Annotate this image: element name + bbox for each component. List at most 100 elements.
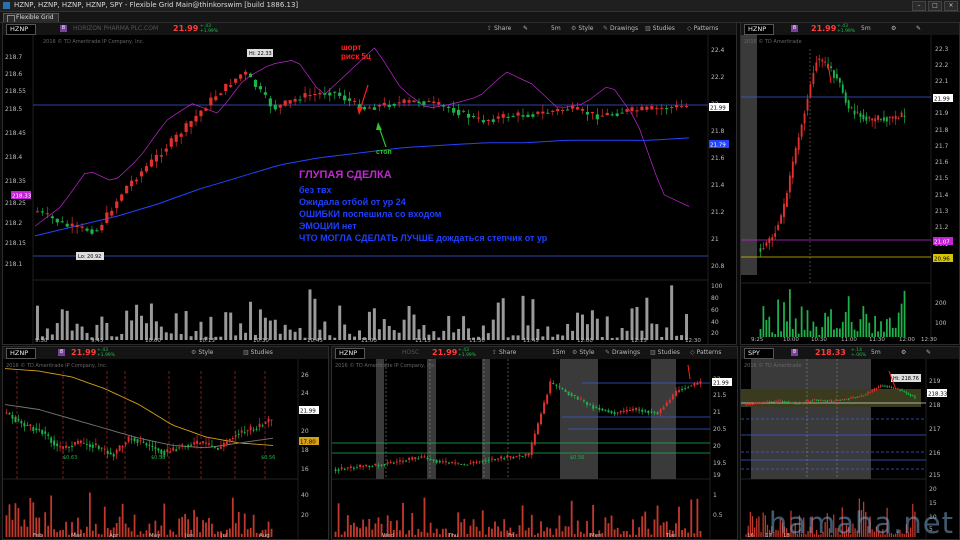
candle-body [546, 394, 549, 404]
style-button[interactable]: ⚙ Style [191, 348, 213, 357]
interval-button[interactable]: 5m [861, 24, 871, 33]
candle-body [386, 462, 389, 464]
interval-button[interactable]: 5m [551, 24, 561, 33]
candle-body [91, 444, 94, 448]
symbol-input[interactable]: HZNP [744, 24, 774, 35]
candle-body [570, 393, 573, 396]
close-button[interactable]: × [944, 1, 958, 11]
candle-body [452, 108, 456, 113]
volume-bar [244, 332, 248, 340]
candle-body [11, 415, 14, 419]
symbol-input[interactable]: HZNP [6, 348, 36, 359]
volume-bar [616, 527, 619, 537]
volume-bar [139, 531, 142, 537]
drawings-button[interactable]: ✎ Drawings [603, 24, 638, 33]
volume-bar [827, 316, 829, 337]
pencil-icon[interactable]: ✎ [916, 24, 921, 33]
share-button[interactable]: ⇪ Share [492, 348, 516, 357]
candle-body [75, 224, 79, 227]
hi-callout: Hi: 218.76 [893, 376, 919, 382]
volume-bar [169, 529, 172, 537]
candle-body [674, 390, 677, 396]
studies-icon: ▥ [645, 25, 651, 32]
candle-body [877, 115, 880, 121]
volume-bar [452, 332, 456, 340]
volume-bar [55, 323, 59, 340]
volume-bar [121, 503, 124, 537]
drawings-button[interactable]: ✎ Drawings [605, 348, 640, 357]
volume-bar [402, 502, 404, 537]
pencil-icon[interactable]: ✎ [926, 348, 931, 357]
link-badge[interactable]: 8 [791, 25, 798, 32]
volume-bar [70, 330, 74, 340]
candle-body [204, 108, 208, 111]
volume-bar [140, 315, 144, 340]
volume-bar [408, 530, 411, 537]
candle-body [785, 193, 788, 207]
gear-icon[interactable]: ⚙ [901, 348, 906, 357]
candle-body [747, 403, 749, 405]
symbol-input[interactable]: HZNP [335, 348, 365, 359]
symbol-input[interactable]: SPY [744, 348, 774, 359]
candle-body [530, 443, 533, 455]
volume-bar [338, 305, 342, 340]
candle-body [318, 92, 322, 95]
style-button[interactable]: ⚙ Style [571, 24, 593, 33]
studies-button[interactable]: ▥ Studies [645, 24, 675, 33]
candle-body [199, 443, 201, 445]
volume-bar [239, 323, 243, 340]
candle-body [476, 117, 481, 119]
candle-body [70, 223, 74, 227]
patterns-button[interactable]: ◇ Patterns [687, 24, 718, 33]
volume-bar [349, 524, 352, 537]
time-axis-label: 10:30 [253, 338, 269, 344]
share-icon: ⇪ [487, 25, 493, 32]
candle-body [543, 402, 546, 414]
candle-body [240, 430, 243, 433]
candle-body [45, 213, 49, 215]
candle-body [85, 228, 89, 231]
time-axis-label: Aug [259, 533, 270, 539]
candle-body [496, 116, 500, 119]
price-axis-label: 21.2 [935, 224, 949, 231]
candle-body [88, 444, 91, 447]
volume-bar [447, 315, 451, 340]
link-badge[interactable]: 8 [60, 25, 67, 32]
candle-body [196, 440, 199, 444]
volume-bar [437, 337, 441, 340]
bottom-left-chart-area[interactable]: 2016 © TD Ameritrade IP Company, Inc. 26 2… [3, 359, 328, 539]
pencil-icon: ✎ [605, 349, 611, 356]
bottom-mid-chart-area[interactable]: 2016 © TD Ameritrade IP Company, Inc.222… [332, 359, 737, 539]
candle-body [670, 107, 674, 109]
price-tag: 21.99 [713, 381, 729, 387]
interval-button[interactable]: 5m [871, 348, 881, 357]
link-badge[interactable]: 8 [791, 349, 798, 356]
volume-bar [501, 298, 505, 340]
chart-background [332, 359, 737, 539]
volume-bar [420, 531, 423, 537]
studies-button[interactable]: ▥ Studies [243, 348, 273, 357]
share-button[interactable]: ⇪ Share [487, 24, 511, 33]
candle-body [765, 242, 768, 246]
candle-body [112, 454, 115, 457]
studies-button[interactable]: ▥ Studies [650, 348, 680, 357]
style-button[interactable]: ⚙ Style [572, 348, 594, 357]
volume-bar [258, 309, 262, 340]
volume-bar [841, 321, 844, 337]
candle-body [234, 78, 238, 83]
interval-button[interactable]: 15m [552, 348, 565, 357]
patterns-button[interactable]: ◇ Patterns [690, 348, 721, 357]
top-right-chart-area[interactable]: 2016 © TD Ameritrade22.322.222.12221.921… [741, 35, 959, 344]
volume-bar [382, 319, 386, 340]
volume-bar [521, 295, 525, 340]
candle-body [620, 112, 624, 114]
pin-icon[interactable]: ✎ [523, 24, 528, 33]
link-badge[interactable]: 8 [58, 349, 65, 356]
minimize-button[interactable]: – [912, 1, 926, 11]
candle-body [293, 99, 297, 102]
volume-bar [788, 289, 791, 337]
candle-body [349, 466, 352, 469]
maximize-button[interactable]: □ [928, 1, 942, 11]
gear-icon[interactable]: ⚙ [891, 24, 896, 33]
symbol-input[interactable]: HZNP [6, 24, 36, 35]
